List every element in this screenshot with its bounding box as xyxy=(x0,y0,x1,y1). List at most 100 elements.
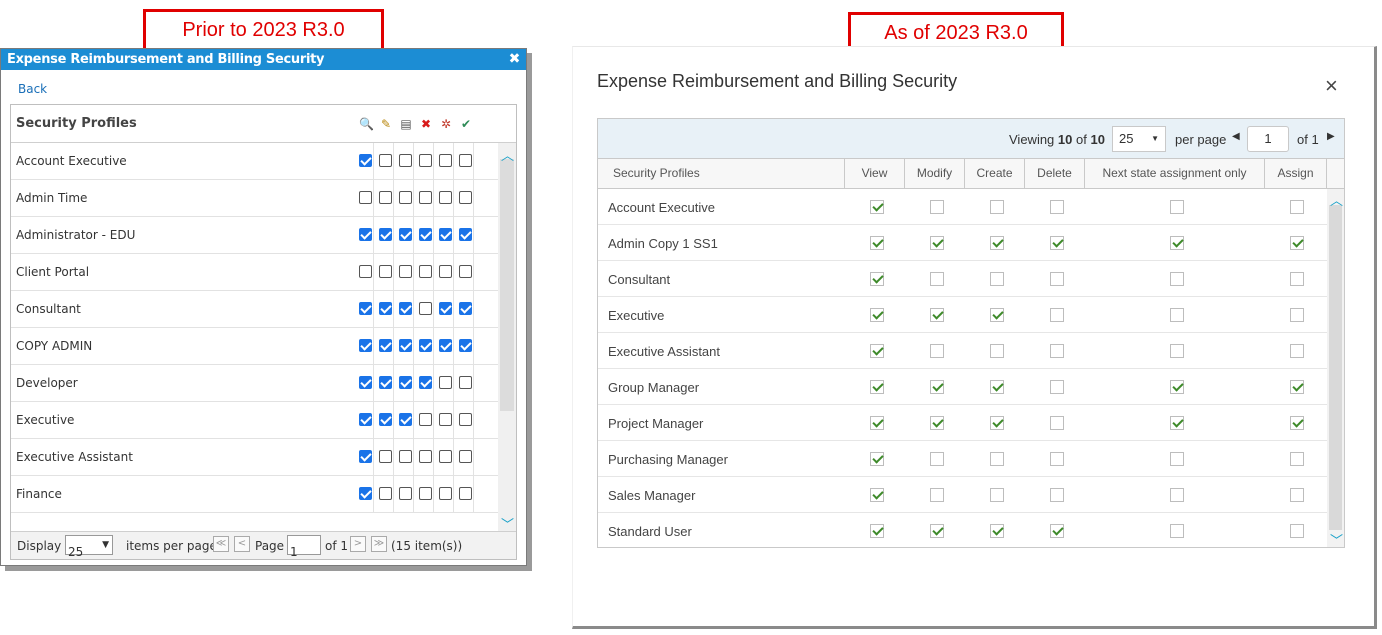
permission-checkbox[interactable] xyxy=(439,413,452,426)
permission-checkbox[interactable] xyxy=(990,200,1004,214)
permission-checkbox[interactable] xyxy=(1290,272,1304,286)
permission-checkbox[interactable] xyxy=(379,450,392,463)
permission-checkbox[interactable] xyxy=(379,302,392,315)
permission-checkbox[interactable] xyxy=(1170,524,1184,538)
permission-checkbox[interactable] xyxy=(439,265,452,278)
permission-checkbox[interactable] xyxy=(930,488,944,502)
column-header[interactable]: Create xyxy=(965,159,1025,188)
permission-checkbox[interactable] xyxy=(359,191,372,204)
permission-checkbox[interactable] xyxy=(419,450,432,463)
permission-checkbox[interactable] xyxy=(870,236,884,250)
permission-checkbox[interactable] xyxy=(1170,488,1184,502)
permission-checkbox[interactable] xyxy=(870,524,884,538)
permission-checkbox[interactable] xyxy=(870,452,884,466)
permission-checkbox[interactable] xyxy=(399,487,412,500)
permission-checkbox[interactable] xyxy=(459,487,472,500)
permission-checkbox[interactable] xyxy=(419,339,432,352)
permission-checkbox[interactable] xyxy=(379,413,392,426)
permission-checkbox[interactable] xyxy=(399,413,412,426)
permission-checkbox[interactable] xyxy=(1170,272,1184,286)
permission-checkbox[interactable] xyxy=(459,339,472,352)
back-link[interactable]: Back xyxy=(18,82,47,96)
column-header[interactable]: Next state assignment only xyxy=(1085,159,1265,188)
permission-checkbox[interactable] xyxy=(870,200,884,214)
column-header[interactable]: Assign xyxy=(1265,159,1327,188)
next-page-icon[interactable]: ▶ xyxy=(1327,131,1335,142)
permission-checkbox[interactable] xyxy=(990,452,1004,466)
permission-checkbox[interactable] xyxy=(1050,344,1064,358)
permission-checkbox[interactable] xyxy=(930,380,944,394)
permission-checkbox[interactable] xyxy=(1290,380,1304,394)
permission-checkbox[interactable] xyxy=(379,228,392,241)
permission-checkbox[interactable] xyxy=(459,302,472,315)
permission-checkbox[interactable] xyxy=(1170,416,1184,430)
permission-checkbox[interactable] xyxy=(1050,488,1064,502)
permission-checkbox[interactable] xyxy=(379,154,392,167)
permission-checkbox[interactable] xyxy=(379,487,392,500)
column-header[interactable]: View xyxy=(845,159,905,188)
permission-checkbox[interactable] xyxy=(1170,200,1184,214)
permission-checkbox[interactable] xyxy=(399,302,412,315)
permission-checkbox[interactable] xyxy=(459,228,472,241)
prev-page-button[interactable]: < xyxy=(234,536,250,552)
permission-checkbox[interactable] xyxy=(1050,452,1064,466)
permission-checkbox[interactable] xyxy=(1290,524,1304,538)
permission-checkbox[interactable] xyxy=(379,339,392,352)
permission-checkbox[interactable] xyxy=(1050,200,1064,214)
scroll-down-icon[interactable]: ﹀ xyxy=(1330,530,1343,547)
permission-checkbox[interactable] xyxy=(1170,344,1184,358)
column-header[interactable]: Modify xyxy=(905,159,965,188)
permission-checkbox[interactable] xyxy=(930,524,944,538)
permission-checkbox[interactable] xyxy=(459,450,472,463)
permission-checkbox[interactable] xyxy=(930,308,944,322)
permission-checkbox[interactable] xyxy=(459,154,472,167)
permission-checkbox[interactable] xyxy=(459,191,472,204)
permission-checkbox[interactable] xyxy=(399,191,412,204)
first-page-button[interactable]: ≪ xyxy=(213,536,229,552)
permission-checkbox[interactable] xyxy=(359,450,372,463)
close-icon[interactable]: ✖ xyxy=(509,49,521,70)
permission-checkbox[interactable] xyxy=(1170,380,1184,394)
permission-checkbox[interactable] xyxy=(990,344,1004,358)
permission-checkbox[interactable] xyxy=(870,416,884,430)
permission-checkbox[interactable] xyxy=(439,339,452,352)
permission-checkbox[interactable] xyxy=(419,413,432,426)
permission-checkbox[interactable] xyxy=(379,265,392,278)
permission-checkbox[interactable] xyxy=(1050,236,1064,250)
permission-checkbox[interactable] xyxy=(930,272,944,286)
permission-checkbox[interactable] xyxy=(990,416,1004,430)
permission-checkbox[interactable] xyxy=(1170,452,1184,466)
new-scrollbar[interactable] xyxy=(1327,189,1344,547)
permission-checkbox[interactable] xyxy=(459,265,472,278)
permission-checkbox[interactable] xyxy=(1290,488,1304,502)
permission-checkbox[interactable] xyxy=(359,376,372,389)
permission-checkbox[interactable] xyxy=(419,228,432,241)
permission-checkbox[interactable] xyxy=(930,344,944,358)
column-header[interactable]: Security Profiles xyxy=(598,159,845,188)
permission-checkbox[interactable] xyxy=(930,416,944,430)
permission-checkbox[interactable] xyxy=(439,191,452,204)
permission-checkbox[interactable] xyxy=(399,154,412,167)
permission-checkbox[interactable] xyxy=(870,380,884,394)
permission-checkbox[interactable] xyxy=(439,450,452,463)
old-scrollbar-thumb[interactable] xyxy=(500,159,514,411)
permission-checkbox[interactable] xyxy=(870,344,884,358)
permission-checkbox[interactable] xyxy=(870,272,884,286)
permission-checkbox[interactable] xyxy=(419,191,432,204)
old-scrollbar[interactable] xyxy=(498,143,516,531)
permission-checkbox[interactable] xyxy=(359,413,372,426)
permission-checkbox[interactable] xyxy=(1170,236,1184,250)
permission-checkbox[interactable] xyxy=(1050,416,1064,430)
permission-checkbox[interactable] xyxy=(990,488,1004,502)
permission-checkbox[interactable] xyxy=(359,228,372,241)
permission-checkbox[interactable] xyxy=(419,376,432,389)
permission-checkbox[interactable] xyxy=(1050,308,1064,322)
scroll-up-icon[interactable]: ︿ xyxy=(501,145,514,164)
permission-checkbox[interactable] xyxy=(359,487,372,500)
permission-checkbox[interactable] xyxy=(990,308,1004,322)
permission-checkbox[interactable] xyxy=(419,154,432,167)
permission-checkbox[interactable] xyxy=(359,302,372,315)
permission-checkbox[interactable] xyxy=(459,413,472,426)
permission-checkbox[interactable] xyxy=(399,228,412,241)
permission-checkbox[interactable] xyxy=(990,272,1004,286)
